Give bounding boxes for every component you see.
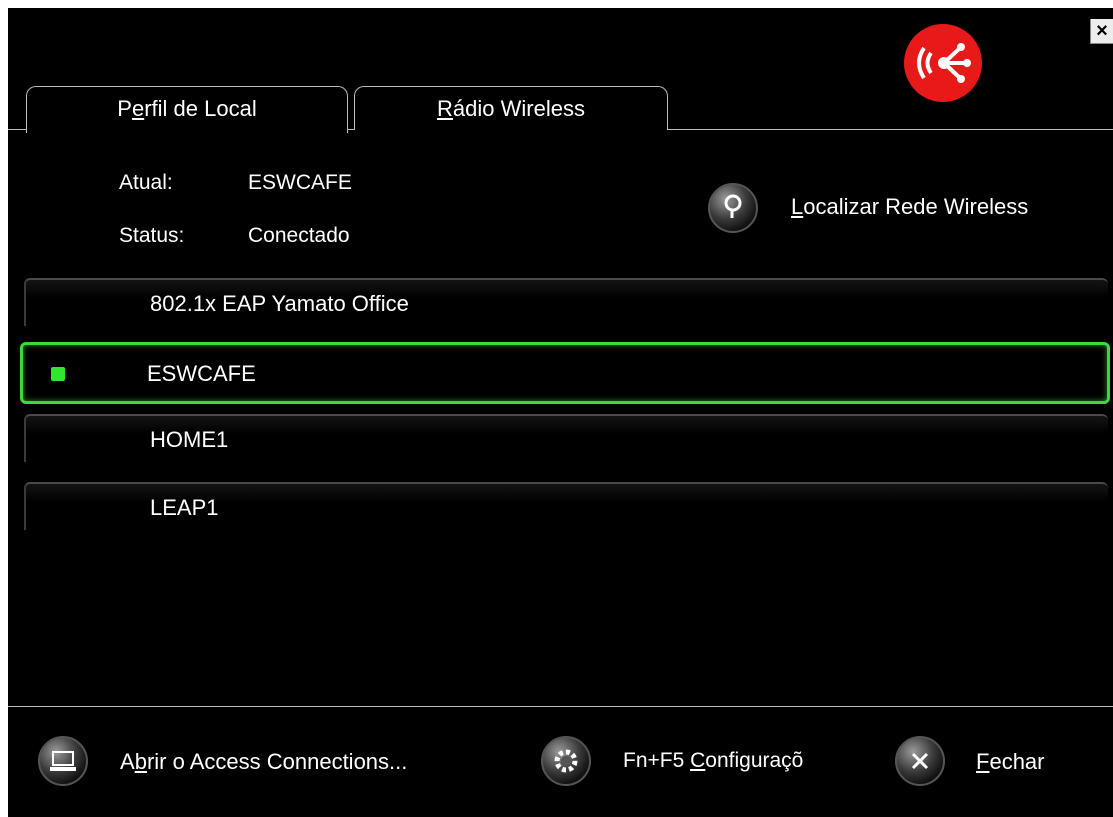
profile-name: HOME1 bbox=[150, 427, 229, 452]
open-accel: b bbox=[134, 749, 147, 774]
locate-accel: L bbox=[791, 194, 804, 219]
open-access-connections-button[interactable] bbox=[38, 736, 88, 786]
atual-value: ESWCAFE bbox=[248, 171, 352, 194]
status-value: Conectado bbox=[248, 224, 350, 247]
locate-wireless-label[interactable]: Localizar Rede Wireless bbox=[791, 194, 1028, 220]
tab-label: rfil de Local bbox=[144, 96, 257, 121]
close-button[interactable] bbox=[895, 736, 945, 786]
list-item[interactable]: LEAP1 bbox=[24, 482, 1108, 530]
tab-perfil-de-local[interactable]: Perfil de Local bbox=[26, 86, 348, 133]
close-label[interactable]: Fechar bbox=[976, 749, 1045, 775]
search-icon bbox=[724, 194, 742, 218]
tab-label: P bbox=[117, 96, 132, 121]
tab-label-accel: e bbox=[131, 96, 145, 121]
locate-wireless-button[interactable] bbox=[708, 183, 758, 233]
access-connections-window: × Perfil de Local Rádio Wireless Atual: … bbox=[8, 8, 1113, 817]
close-window-button[interactable]: × bbox=[1090, 19, 1113, 44]
configuration-label[interactable]: Fn+F5 Configuraçõ bbox=[623, 749, 803, 773]
tab-radio-wireless[interactable]: Rádio Wireless bbox=[354, 86, 668, 130]
open-access-connections-label[interactable]: Abrir o Access Connections... bbox=[120, 749, 407, 775]
close-accel: F bbox=[976, 749, 990, 774]
config-accel: C bbox=[690, 749, 706, 772]
close-text: echar bbox=[989, 749, 1045, 774]
locate-text: ocalizar Rede Wireless bbox=[803, 194, 1029, 219]
config-text: Fn+F5 bbox=[623, 749, 691, 772]
tab-label: ádio Wireless bbox=[452, 96, 585, 121]
laptop-icon bbox=[50, 751, 76, 771]
open-text: A bbox=[120, 749, 135, 774]
footer-divider bbox=[8, 706, 1113, 707]
tab-label-accel: R bbox=[437, 96, 453, 121]
list-item[interactable]: HOME1 bbox=[24, 414, 1108, 462]
config-text: onfiguraçõ bbox=[705, 749, 804, 772]
tab-bar: Perfil de Local Rádio Wireless bbox=[8, 86, 1113, 133]
connected-indicator bbox=[51, 367, 65, 381]
configuration-button[interactable] bbox=[541, 736, 591, 786]
list-item[interactable]: 802.1x EAP Yamato Office bbox=[24, 278, 1108, 326]
close-icon bbox=[911, 752, 929, 770]
list-item-active[interactable]: ESWCAFE bbox=[20, 342, 1110, 404]
status-label: Status: bbox=[119, 224, 185, 247]
open-text: rir o Access Connections... bbox=[146, 749, 408, 774]
profile-name: 802.1x EAP Yamato Office bbox=[150, 291, 409, 316]
gear-icon bbox=[554, 749, 578, 773]
atual-label: Atual: bbox=[119, 171, 173, 194]
profile-name: LEAP1 bbox=[150, 495, 219, 520]
profile-name: ESWCAFE bbox=[147, 361, 256, 386]
